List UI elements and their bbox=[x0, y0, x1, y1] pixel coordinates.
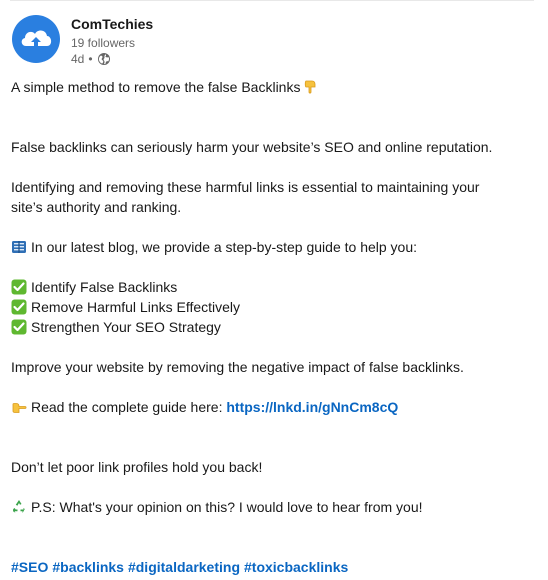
follower-count: 19 followers bbox=[71, 36, 136, 50]
paragraph-1: False backlinks can seriously harm your … bbox=[11, 139, 493, 155]
divider bbox=[10, 0, 534, 1]
read-guide-line: Read the complete guide here: https://ln… bbox=[11, 397, 398, 417]
post-time: 4d bbox=[71, 52, 85, 66]
check-mark-button-emoji bbox=[11, 279, 27, 295]
checklist-item: Remove Harmful Links Effectively bbox=[11, 297, 240, 317]
postscript-line: P.S: What's your opinion on this? I woul… bbox=[11, 497, 423, 517]
paragraph-2-line-2: site’s authority and ranking. bbox=[11, 199, 182, 215]
hashtag-link[interactable]: #SEO bbox=[11, 559, 48, 575]
checklist-item-label: Identify False Backlinks bbox=[31, 279, 178, 295]
checklist-item: Strengthen Your SEO Strategy bbox=[11, 317, 221, 337]
post-title-text: A simple method to remove the false Back… bbox=[11, 79, 301, 95]
checklist-item: Identify False Backlinks bbox=[11, 277, 177, 297]
guide-link[interactable]: https://lnkd.in/gNnCm8cQ bbox=[226, 399, 398, 415]
post-title: A simple method to remove the false Back… bbox=[11, 77, 318, 97]
read-guide-prefix: Read the complete guide here: bbox=[31, 399, 227, 415]
paragraph-3: In our latest blog, we provide a step-by… bbox=[11, 237, 417, 257]
paragraph-5: Don’t let poor link profiles hold you ba… bbox=[11, 459, 263, 475]
company-avatar[interactable] bbox=[12, 15, 60, 63]
hashtag-link[interactable]: #digitaldarketing bbox=[128, 559, 240, 575]
paragraph-2-line-1: Identifying and removing these harmful l… bbox=[11, 179, 480, 195]
hashtag-link[interactable]: #backlinks bbox=[52, 559, 124, 575]
paragraph-3-text: In our latest blog, we provide a step-by… bbox=[31, 239, 418, 255]
checklist-item-label: Strengthen Your SEO Strategy bbox=[31, 319, 221, 335]
globe-icon bbox=[97, 52, 111, 66]
feed-post: ComTechies 19 followers 4d • A simple me… bbox=[0, 0, 548, 580]
check-mark-button-emoji bbox=[11, 319, 27, 335]
author-name[interactable]: ComTechies bbox=[71, 15, 153, 33]
paragraph-4: Improve your website by removing the neg… bbox=[11, 359, 464, 375]
checklist-item-label: Remove Harmful Links Effectively bbox=[31, 299, 241, 315]
postscript-text: P.S: What's your opinion on this? I woul… bbox=[31, 499, 423, 515]
cloud-upload-icon bbox=[21, 30, 52, 48]
hashtag-link[interactable]: #toxicbacklinks bbox=[244, 559, 348, 575]
blue-book-emoji bbox=[11, 239, 27, 255]
pointing-right-emoji bbox=[11, 399, 27, 415]
meta-separator: • bbox=[88, 52, 93, 66]
hashtag-list: #SEO #backlinks #digitaldarketing #toxicbac… bbox=[11, 557, 352, 577]
check-mark-button-emoji bbox=[11, 299, 27, 315]
post-meta: 4d • bbox=[71, 51, 111, 67]
recycling-emoji bbox=[11, 499, 27, 515]
pointing-down-emoji bbox=[302, 79, 318, 95]
